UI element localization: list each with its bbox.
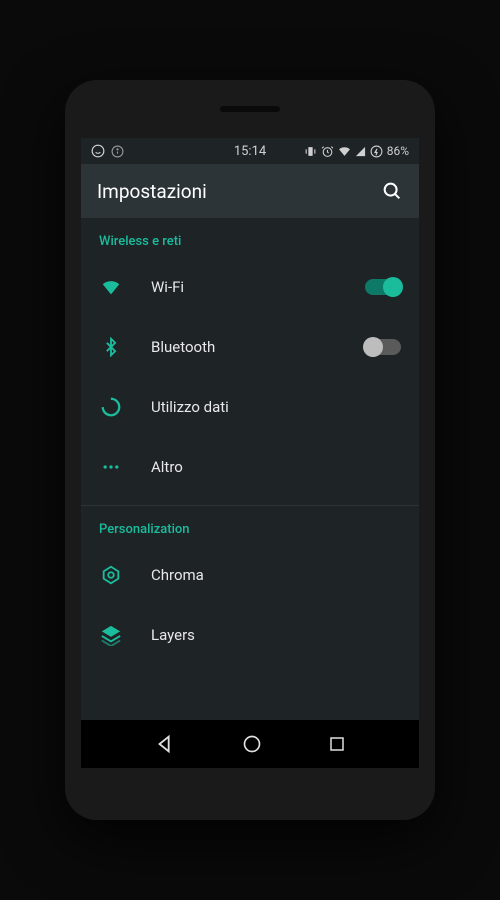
wifi-icon xyxy=(99,275,123,299)
whatsapp-icon xyxy=(91,144,105,158)
data-usage-icon xyxy=(99,395,123,419)
section-header-personalization: Personalization xyxy=(81,506,419,545)
bluetooth-toggle[interactable] xyxy=(365,339,401,355)
recents-button[interactable] xyxy=(328,735,346,753)
info-icon xyxy=(111,145,124,158)
screen: 15:14 86% I xyxy=(81,138,419,768)
setting-label: Chroma xyxy=(151,566,401,584)
setting-wifi[interactable]: Wi-Fi xyxy=(81,257,419,317)
setting-label: Layers xyxy=(151,626,401,644)
setting-data-usage[interactable]: Utilizzo dati xyxy=(81,377,419,437)
vibrate-icon xyxy=(304,145,317,158)
setting-layers[interactable]: Layers xyxy=(81,605,419,665)
wifi-signal-icon xyxy=(338,145,351,158)
chroma-icon xyxy=(99,563,123,587)
charging-icon xyxy=(370,145,383,158)
bluetooth-icon xyxy=(99,335,123,359)
home-button[interactable] xyxy=(242,734,262,754)
more-icon xyxy=(99,455,123,479)
app-bar: Impostazioni xyxy=(81,164,419,218)
page-title: Impostazioni xyxy=(97,180,207,203)
setting-more[interactable]: Altro xyxy=(81,437,419,497)
layers-icon xyxy=(99,623,123,647)
setting-label: Utilizzo dati xyxy=(151,398,401,416)
setting-label: Altro xyxy=(151,458,401,476)
wifi-toggle[interactable] xyxy=(365,279,401,295)
status-bar: 15:14 86% xyxy=(81,138,419,164)
alarm-icon xyxy=(321,145,334,158)
setting-label: Bluetooth xyxy=(151,338,365,356)
battery-percent: 86% xyxy=(387,144,409,158)
setting-chroma[interactable]: Chroma xyxy=(81,545,419,605)
status-time: 15:14 xyxy=(234,144,266,159)
cell-signal-icon xyxy=(355,146,366,157)
phone-speaker xyxy=(220,106,280,112)
navigation-bar xyxy=(81,720,419,768)
phone-frame: 15:14 86% I xyxy=(65,80,435,820)
setting-label: Wi-Fi xyxy=(151,278,365,296)
back-button[interactable] xyxy=(154,733,176,755)
section-header-wireless: Wireless e reti xyxy=(81,218,419,257)
settings-content: Wireless e reti Wi-Fi Bluetooth U xyxy=(81,218,419,665)
search-icon[interactable] xyxy=(381,180,403,202)
setting-bluetooth[interactable]: Bluetooth xyxy=(81,317,419,377)
